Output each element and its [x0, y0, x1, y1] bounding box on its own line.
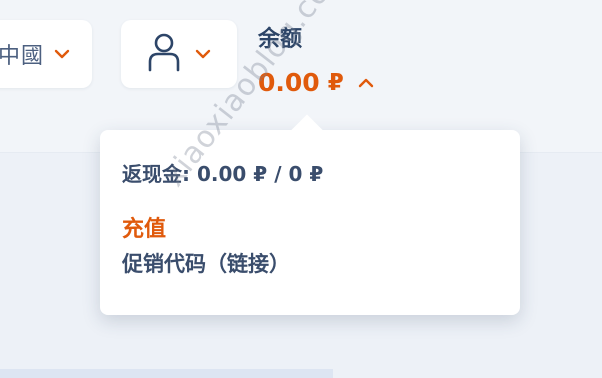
cashback-label: 返现金:	[122, 162, 190, 186]
content-strip	[0, 369, 333, 378]
balance-dropdown: 返现金: 0.00 ₽ / 0 ₽ 充值 促销代码（链接）	[100, 114, 520, 315]
language-selector[interactable]: 中國	[0, 20, 92, 88]
cashback-row: 返现金: 0.00 ₽ / 0 ₽	[122, 158, 498, 187]
cashback-separator: /	[274, 162, 282, 186]
cashback-current: 0.00	[196, 162, 247, 186]
cashback-currency: ₽	[253, 162, 268, 186]
balance-label: 余额	[258, 27, 303, 52]
chevron-down-icon	[54, 45, 70, 64]
balance-widget: 余额 0.00 ₽	[258, 24, 374, 98]
user-menu-button[interactable]	[121, 20, 237, 88]
chevron-down-icon	[195, 45, 211, 64]
promo-code-link[interactable]: 促销代码（链接）	[122, 249, 498, 279]
cashback-total-currency: ₽	[309, 162, 324, 186]
balance-currency: ₽	[327, 70, 344, 96]
balance-toggle[interactable]: 0.00 ₽	[258, 68, 374, 98]
language-label: 中國	[0, 44, 45, 69]
user-icon	[147, 32, 181, 76]
balance-amount: 0.00	[258, 68, 320, 97]
recharge-link[interactable]: 充值	[122, 215, 498, 245]
page: 中國 余额 0.00 ₽ 返现金: 0.00 ₽ / 0 ₽ 充值 促销代码（链…	[0, 0, 602, 378]
cashback-total: 0	[288, 162, 303, 186]
chevron-up-icon	[358, 74, 374, 93]
